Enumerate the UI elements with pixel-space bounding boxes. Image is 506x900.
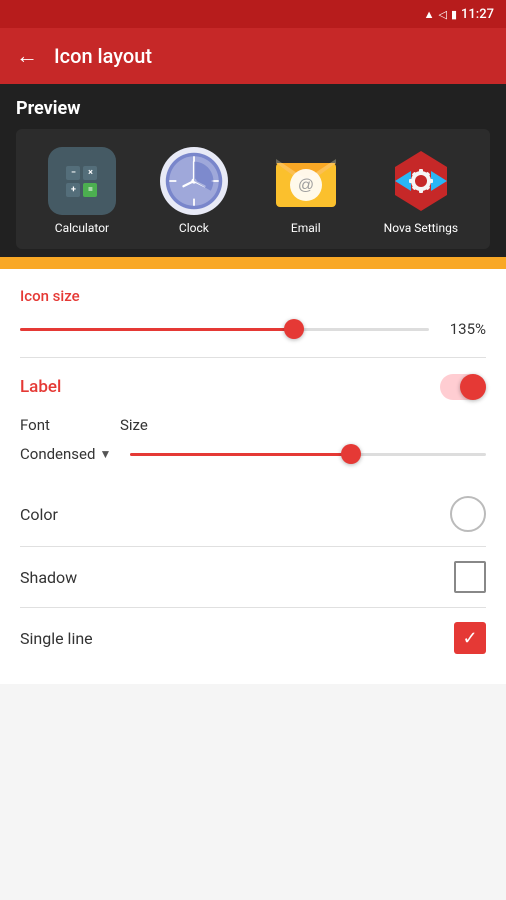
- label-title: Label: [20, 377, 61, 397]
- icon-size-section: Icon size 135%: [0, 269, 506, 357]
- single-line-row: Single line ✓: [20, 608, 486, 668]
- color-row: Color: [20, 482, 486, 546]
- font-size-row: Font Size: [20, 416, 486, 434]
- clock-label: Clock: [179, 221, 209, 235]
- size-track-fill: [130, 453, 351, 456]
- status-icons: ▲ ◁ ▮ 11:27: [424, 7, 494, 22]
- single-line-label: Single line: [20, 629, 93, 648]
- color-label: Color: [20, 505, 58, 524]
- status-bar: ▲ ◁ ▮ 11:27: [0, 0, 506, 28]
- icon-size-slider-row: 135%: [20, 319, 486, 339]
- preview-section: Preview − × + = Calculator: [0, 84, 506, 249]
- nova-icon: [387, 147, 455, 215]
- battery-icon: ▮: [451, 8, 457, 21]
- font-select[interactable]: Condensed ▼: [20, 445, 120, 463]
- label-section: Label Font Size Condensed ▼: [0, 358, 506, 684]
- shadow-row: Shadow: [20, 547, 486, 607]
- dropdown-arrow-icon: ▼: [99, 447, 111, 461]
- app-icon-calculator: − × + = Calculator: [48, 147, 116, 235]
- calc-equals: =: [83, 183, 97, 197]
- calc-plus: +: [66, 183, 80, 197]
- checkmark-icon: ✓: [462, 628, 477, 649]
- size-slider-thumb[interactable]: [341, 444, 361, 464]
- email-label: Email: [291, 221, 321, 235]
- signal-icon: ◁: [438, 8, 446, 21]
- preview-bg: − × + = Calculator: [16, 129, 490, 249]
- label-toggle[interactable]: [440, 374, 486, 400]
- nova-svg: [387, 147, 455, 215]
- shadow-label: Shadow: [20, 568, 77, 587]
- app-icon-clock: Clock: [160, 147, 228, 235]
- icon-size-slider[interactable]: [20, 319, 429, 339]
- toggle-thumb: [460, 374, 486, 400]
- nova-label: Nova Settings: [384, 221, 458, 235]
- slider-track: [20, 328, 429, 331]
- condensed-row: Condensed ▼: [20, 444, 486, 464]
- top-bar: ← Icon layout: [0, 28, 506, 84]
- back-button[interactable]: ←: [16, 43, 38, 69]
- calculator-label: Calculator: [55, 221, 109, 235]
- label-row: Label: [20, 374, 486, 400]
- calculator-icon: − × + =: [48, 147, 116, 215]
- email-svg: @: [272, 147, 340, 215]
- icon-size-title: Icon size: [20, 287, 486, 305]
- yellow-strip: [0, 249, 506, 269]
- calc-minus: −: [66, 166, 80, 180]
- clock-svg: [164, 151, 224, 211]
- page-title: Icon layout: [54, 44, 152, 68]
- email-icon: @: [272, 147, 340, 215]
- svg-text:@: @: [298, 177, 314, 194]
- slider-track-fill: [20, 328, 294, 331]
- size-slider-track: [130, 453, 486, 456]
- size-label: Size: [120, 416, 486, 434]
- status-time: 11:27: [461, 7, 494, 22]
- font-select-value: Condensed: [20, 445, 95, 463]
- color-picker[interactable]: [450, 496, 486, 532]
- single-line-checkbox[interactable]: ✓: [454, 622, 486, 654]
- app-icon-nova: Nova Settings: [384, 147, 458, 235]
- app-icon-email: @ Email: [272, 147, 340, 235]
- clock-icon: [160, 147, 228, 215]
- font-label: Font: [20, 416, 100, 434]
- main-content: Icon size 135% Label Font Size: [0, 269, 506, 684]
- preview-label: Preview: [16, 98, 490, 119]
- size-slider[interactable]: [130, 444, 486, 464]
- slider-thumb[interactable]: [284, 319, 304, 339]
- wifi-icon: ▲: [424, 8, 435, 21]
- shadow-checkbox[interactable]: [454, 561, 486, 593]
- calc-multiply: ×: [83, 166, 97, 180]
- icon-size-value: 135%: [441, 320, 486, 338]
